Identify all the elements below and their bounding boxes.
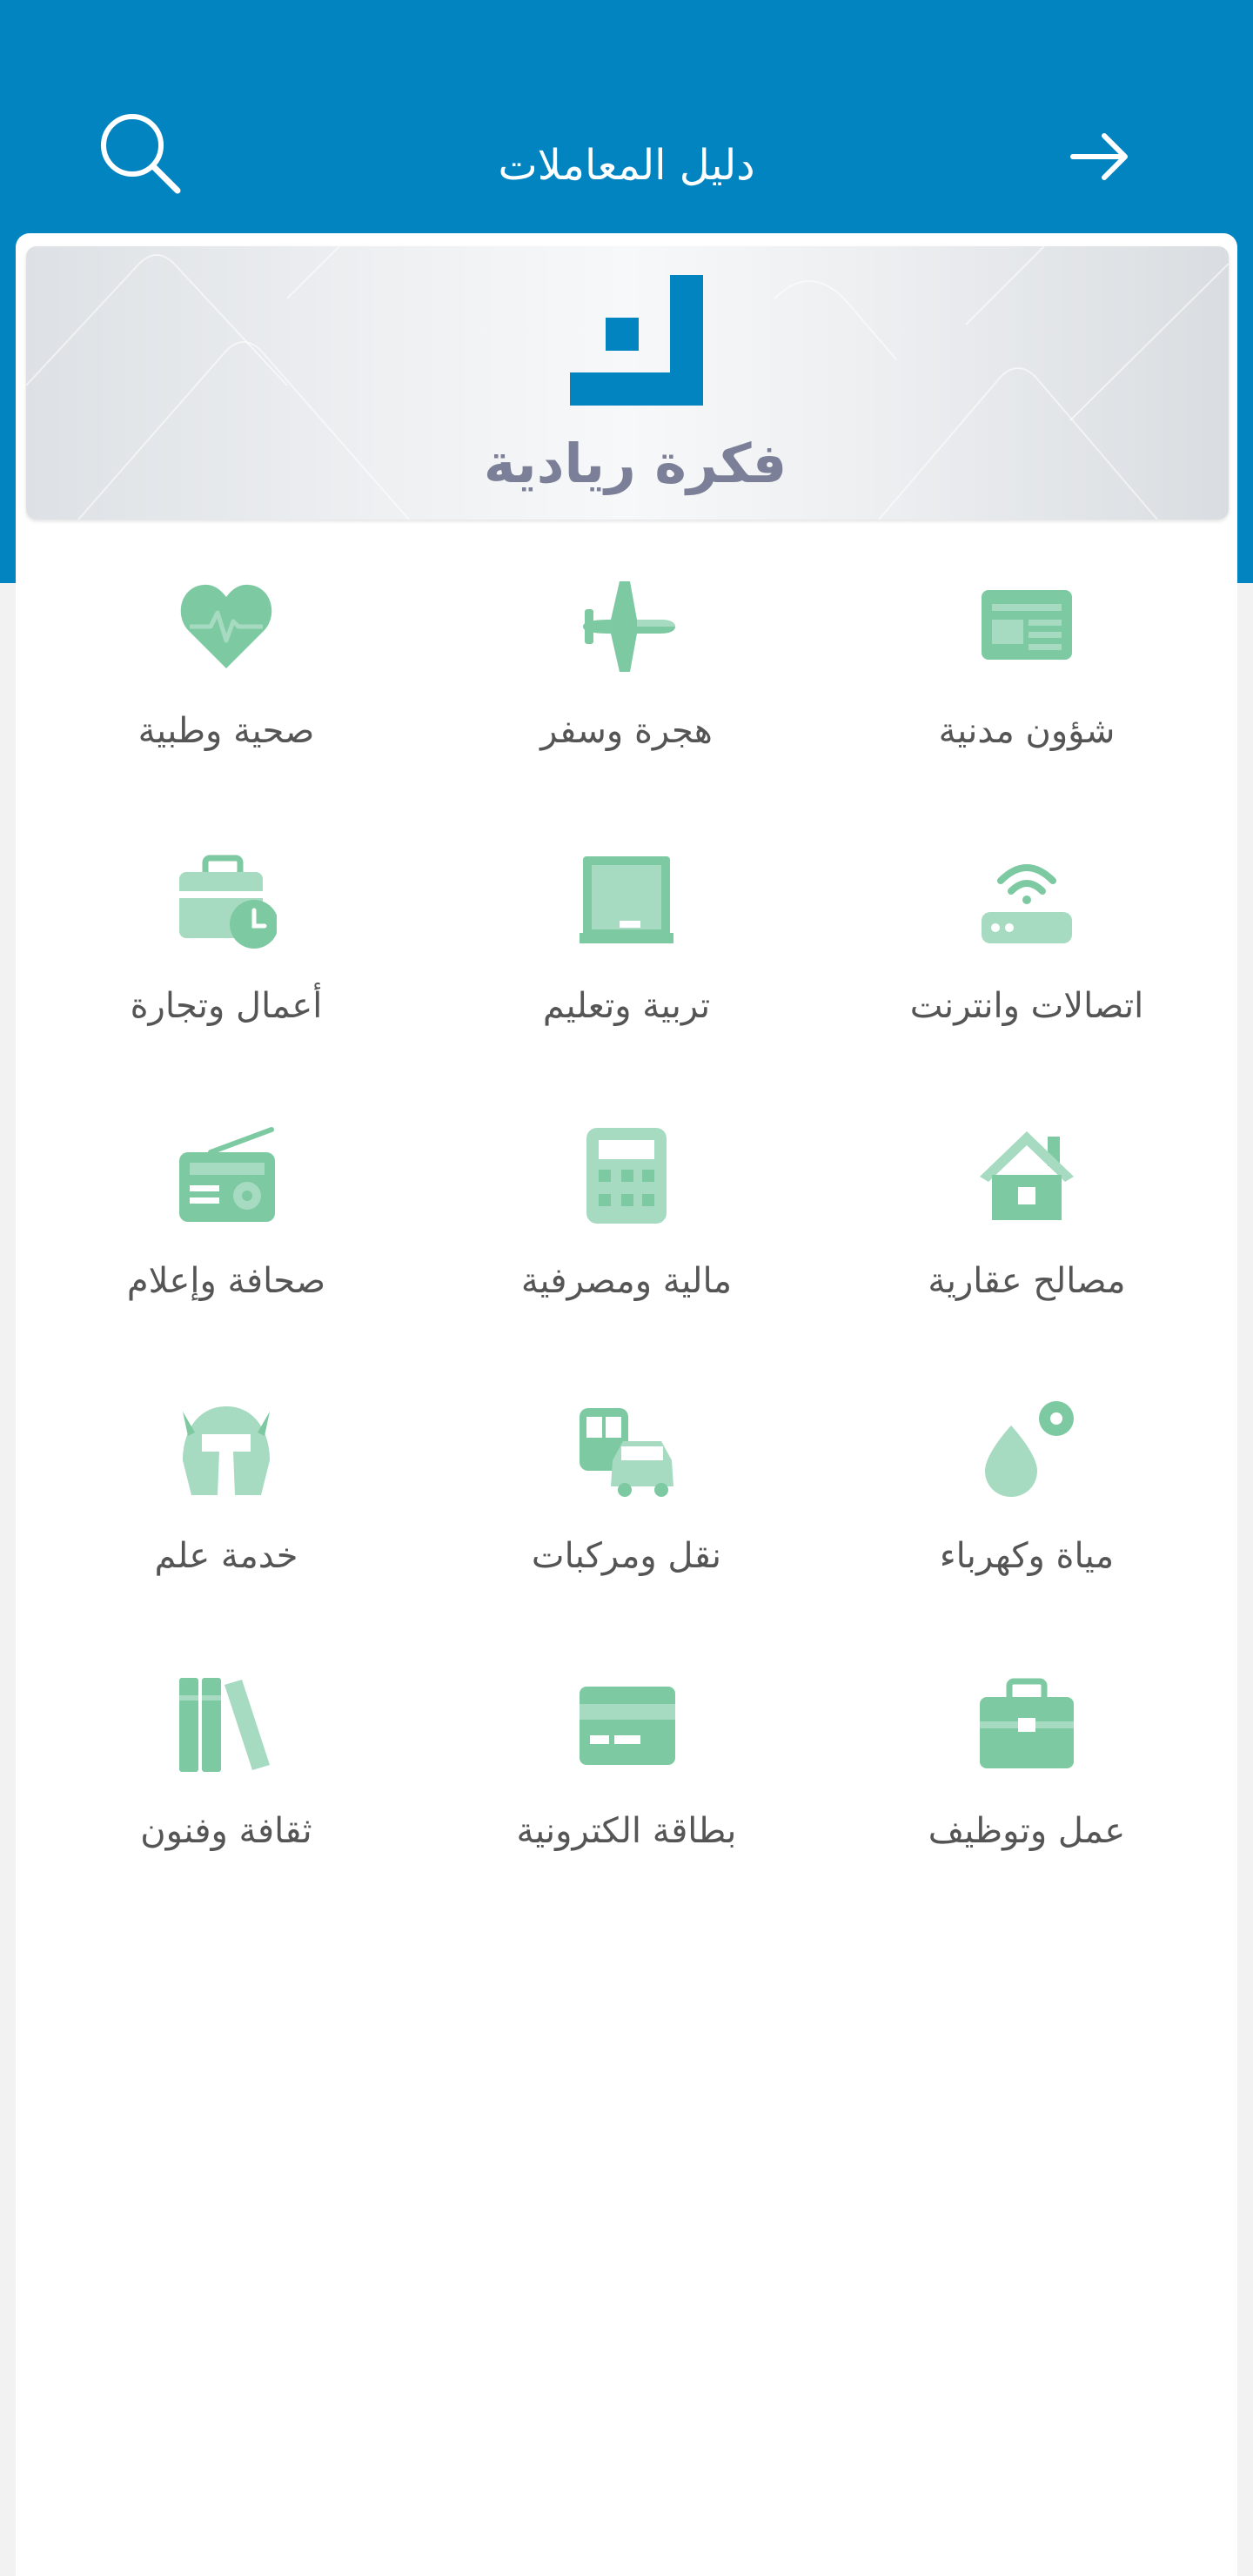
- category-tile[interactable]: ثقافة وفنون: [26, 1657, 426, 1932]
- briefcase-clock-icon: [176, 849, 278, 950]
- category-label: أعمال وتجارة: [130, 986, 323, 1026]
- back-button[interactable]: [1066, 122, 1136, 191]
- search-icon: [101, 114, 181, 194]
- category-label: مصالح عقارية: [928, 1261, 1126, 1301]
- house-icon: [976, 1124, 1077, 1225]
- category-tile[interactable]: صحية وطبية: [26, 557, 426, 832]
- category-tile[interactable]: صحافة وإعلام: [26, 1107, 426, 1382]
- brand-banner: فكرة ريادية: [26, 246, 1229, 520]
- blackboard-icon: [576, 849, 677, 950]
- category-label: مالية ومصرفية: [520, 1261, 733, 1301]
- category-tile[interactable]: تربية وتعليم: [426, 832, 827, 1107]
- heartbeat-icon: [176, 574, 277, 675]
- category-label: بطاقة الكترونية: [516, 1811, 737, 1851]
- radio-icon: [176, 1124, 277, 1225]
- category-tile[interactable]: مالية ومصرفية: [426, 1107, 827, 1382]
- category-tile[interactable]: مصالح عقارية: [827, 1107, 1227, 1382]
- page-title: دليل المعاملات: [498, 141, 755, 190]
- category-label: صحافة وإعلام: [126, 1261, 326, 1301]
- bus-car-icon: [576, 1399, 677, 1500]
- id-card-icon: [976, 574, 1077, 675]
- category-tile[interactable]: اتصالات وانترنت: [827, 832, 1227, 1107]
- brand-logo: [570, 275, 703, 406]
- category-label: هجرة وسفر: [540, 711, 713, 751]
- category-label: اتصالات وانترنت: [909, 986, 1144, 1026]
- books-icon: [176, 1674, 277, 1775]
- category-tile[interactable]: أعمال وتجارة: [26, 832, 426, 1107]
- category-tile[interactable]: مياة وكهرباء: [827, 1382, 1227, 1657]
- category-label: تربية وتعليم: [542, 986, 711, 1026]
- airplane-icon: [576, 574, 677, 675]
- helmet-icon: [176, 1399, 277, 1500]
- category-label: نقل ومركبات: [531, 1536, 722, 1576]
- briefcase-icon: [976, 1674, 1077, 1775]
- category-label: خدمة علم: [154, 1536, 298, 1576]
- category-label: صحية وطبية: [137, 711, 315, 751]
- category-tile[interactable]: شؤون مدنية: [827, 557, 1227, 832]
- category-tile[interactable]: عمل وتوظيف: [827, 1657, 1227, 1932]
- calculator-icon: [576, 1124, 677, 1225]
- arrow-right-icon: [1070, 133, 1128, 180]
- category-tile[interactable]: هجرة وسفر: [426, 557, 827, 832]
- category-label: شؤون مدنية: [938, 711, 1116, 751]
- credit-card-icon: [576, 1674, 677, 1775]
- category-label: ثقافة وفنون: [140, 1811, 312, 1851]
- category-label: عمل وتوظيف: [928, 1811, 1126, 1851]
- category-label: مياة وكهرباء: [939, 1536, 1115, 1576]
- water-drop-icon: [976, 1399, 1077, 1500]
- category-tile[interactable]: نقل ومركبات: [426, 1382, 827, 1657]
- wifi-router-icon: [976, 849, 1077, 950]
- category-grid: شؤون مدنية هجرة وسفر صحية وطبية اتصالات وان…: [26, 557, 1227, 1932]
- search-button[interactable]: [96, 109, 183, 196]
- category-tile[interactable]: بطاقة الكترونية: [426, 1657, 827, 1932]
- category-tile[interactable]: خدمة علم: [26, 1382, 426, 1657]
- brand-name: فكرة ريادية: [483, 432, 787, 495]
